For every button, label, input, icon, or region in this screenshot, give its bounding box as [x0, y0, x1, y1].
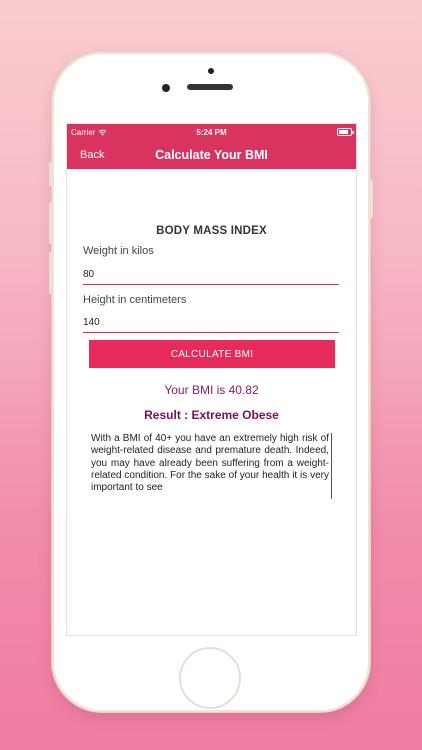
navigation-bar: Back Calculate Your BMI	[67, 140, 356, 169]
battery-level	[339, 130, 348, 134]
app-screen: Carrier 5:24 PM Back Calculate Your BMI …	[66, 123, 357, 636]
wifi-icon	[98, 129, 107, 136]
front-camera-dot	[208, 68, 214, 74]
page-title: Calculate Your BMI	[155, 147, 268, 162]
weight-label: Weight in kilos	[83, 245, 154, 257]
phone-volume-down	[49, 252, 52, 294]
carrier-label: Carrier	[71, 127, 96, 137]
height-label: Height in centimeters	[83, 294, 187, 306]
phone-volume-up	[49, 202, 52, 244]
status-time: 5:24 PM	[196, 127, 227, 137]
weight-input[interactable]	[83, 265, 339, 285]
status-bar: Carrier 5:24 PM	[67, 124, 356, 140]
result-category: Result : Extreme Obese	[144, 408, 279, 422]
earpiece-speaker	[187, 84, 233, 90]
back-button[interactable]: Back	[80, 149, 104, 161]
battery-icon	[337, 128, 354, 136]
calculate-bmi-button[interactable]: CALCULATE BMI	[89, 340, 335, 368]
description-text: With a BMI of 40+ you have an extremely …	[91, 433, 329, 494]
description-textview[interactable]: With a BMI of 40+ you have an extremely …	[91, 433, 332, 499]
phone-side-button	[49, 162, 52, 186]
section-title: BODY MASS INDEX	[156, 225, 267, 237]
phone-frame: Carrier 5:24 PM Back Calculate Your BMI …	[49, 52, 373, 712]
height-input[interactable]	[83, 313, 339, 333]
phone-power-button	[370, 180, 373, 218]
home-button[interactable]	[179, 647, 241, 709]
front-camera	[162, 84, 170, 92]
status-carrier: Carrier	[71, 128, 107, 137]
bmi-value: Your BMI is 40.82	[164, 383, 259, 397]
